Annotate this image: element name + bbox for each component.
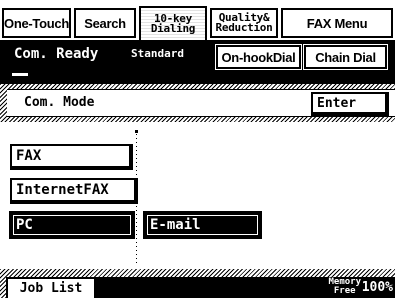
tab-one-touch[interactable]: One-Touch: [2, 8, 71, 38]
memory-free-label: Memory Free: [328, 278, 361, 296]
tab-search[interactable]: Search: [74, 8, 136, 38]
enter-label: Enter: [317, 95, 357, 111]
pc-mode-button[interactable]: PC: [9, 211, 135, 239]
tab-10-key-dialing[interactable]: 10-key Dialing: [139, 6, 207, 40]
divider-dot: [135, 130, 138, 133]
tab-10-key-line2: Dialing: [150, 22, 196, 35]
tab-search-label: Search: [84, 15, 126, 31]
transmission-mode-text: Standard: [131, 47, 184, 60]
fax-mode-button[interactable]: FAX: [10, 144, 133, 170]
chain-dial-button[interactable]: Chain Dial: [303, 44, 388, 70]
on-hook-dial-label: On-hookDial: [221, 49, 296, 65]
tab-quality-reduction[interactable]: Quality& Reduction: [210, 8, 278, 38]
memory-status: Memory Free 100%: [96, 277, 395, 298]
status-text: Com. Ready: [14, 46, 99, 62]
fax-mode-label: FAX: [16, 148, 42, 164]
enter-button[interactable]: Enter: [311, 92, 389, 116]
email-mode-label: E-mail: [150, 217, 201, 233]
tab-quality-reduction-label: Quality& Reduction: [215, 12, 273, 34]
job-list-label: Job List: [19, 281, 83, 296]
tab-fax-menu-label: FAX Menu: [306, 15, 368, 31]
internet-fax-mode-button[interactable]: InternetFAX: [10, 178, 138, 204]
status-bar: Com. Ready Standard On-hookDial Chain Di…: [0, 40, 395, 84]
tab-10-key-dialing-label: 10-key Dialing: [150, 13, 196, 35]
chain-dial-label: Chain Dial: [315, 49, 376, 65]
tab-fax-menu[interactable]: FAX Menu: [281, 8, 393, 38]
com-mode-label: Com. Mode: [24, 95, 95, 110]
memory-line2: Free: [333, 286, 356, 296]
on-hook-dial-button[interactable]: On-hookDial: [215, 44, 302, 70]
email-mode-button[interactable]: E-mail: [143, 211, 262, 239]
input-cursor: [12, 73, 28, 76]
pc-mode-label: PC: [16, 217, 33, 233]
tab-one-touch-label: One-Touch: [4, 15, 69, 31]
com-mode-row: Com. Mode Enter: [7, 89, 395, 117]
tab-quality-line2: Reduction: [215, 21, 273, 34]
job-list-button[interactable]: Job List: [6, 277, 96, 298]
memory-free-value: 100%: [361, 280, 393, 295]
internet-fax-mode-label: InternetFAX: [16, 182, 109, 198]
